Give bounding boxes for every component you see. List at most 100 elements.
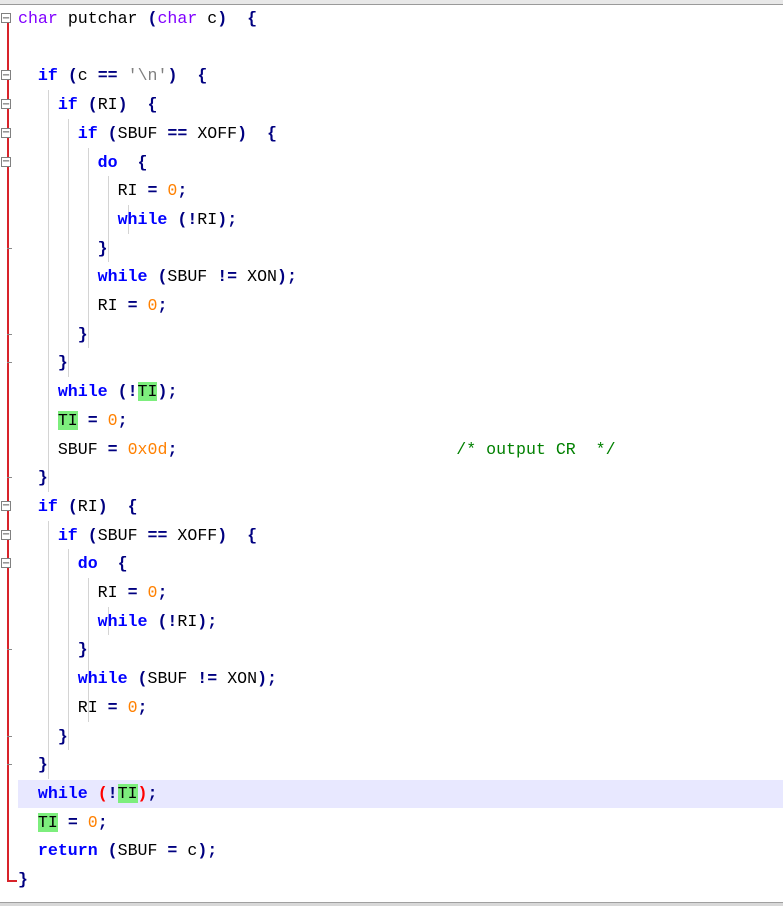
code-line[interactable]: RI = 0; [18, 291, 168, 320]
code-line[interactable]: TI = 0; [18, 406, 128, 435]
token-op: ; [117, 410, 128, 430]
fold-end-marker [7, 477, 12, 479]
token-ident: TI [37, 812, 58, 832]
code-line[interactable]: do { [18, 549, 128, 578]
code-line[interactable]: } [18, 722, 68, 751]
code-line[interactable]: RI = 0; [18, 176, 188, 205]
token-op: } [97, 238, 108, 258]
fold-collapse-icon[interactable]: − [1, 99, 11, 110]
code-line[interactable]: return (SBUF = c); [18, 836, 217, 865]
fold-collapse-icon[interactable]: − [1, 558, 11, 569]
fold-collapse-icon[interactable]: − [1, 127, 11, 138]
code-line[interactable]: do { [18, 148, 148, 177]
code-line[interactable]: if (SBUF == XOFF) { [18, 521, 257, 550]
code-line[interactable]: } [18, 234, 108, 263]
token-op: ) [217, 209, 228, 229]
token-op: ( [157, 267, 168, 287]
code-line[interactable]: while (!TI); [18, 779, 157, 808]
code-line[interactable]: if (RI) { [18, 492, 138, 521]
fold-collapse-icon[interactable]: − [1, 13, 11, 23]
token-op: ) [167, 66, 178, 86]
token-op: ; [167, 439, 178, 459]
code-line[interactable]: if (c == '\n') { [18, 61, 207, 90]
fold-collapse-icon[interactable]: − [1, 70, 11, 81]
token-ident: XON [227, 669, 258, 689]
code-line[interactable]: } [18, 750, 48, 779]
token-op: == [147, 525, 168, 545]
code-line[interactable]: } [18, 320, 88, 349]
code-line[interactable]: while (!RI); [18, 607, 218, 636]
code-line[interactable]: while (!RI); [18, 205, 238, 234]
token-ident: RI [97, 296, 118, 315]
code-line[interactable]: if (SBUF == XOFF) { [18, 119, 277, 148]
code-line[interactable]: } [18, 635, 88, 664]
token-op: ) [137, 783, 148, 803]
token-op: ; [157, 296, 168, 315]
fold-collapse-icon[interactable]: − [1, 156, 11, 167]
token-op: ; [157, 583, 168, 602]
code-line[interactable]: } [18, 463, 48, 492]
token-ident: RI [117, 181, 138, 201]
token-op: = [127, 583, 138, 602]
token-op: ( [157, 611, 168, 631]
code-line[interactable]: RI = 0; [18, 578, 168, 607]
token-op: { [247, 525, 258, 545]
token-ident: RI [77, 496, 98, 516]
code-line[interactable]: SBUF = 0x0d; /* output CR */ [18, 435, 616, 464]
code-editor[interactable]: − − − − − − − − char putchar (char c) { if (c =… [0, 0, 783, 906]
code-line[interactable]: if (RI) { [18, 90, 158, 119]
token-op: ) [217, 525, 228, 545]
token-op: ; [167, 382, 178, 402]
token-kw: if [37, 496, 58, 516]
fold-collapse-icon[interactable]: − [1, 500, 11, 511]
code-line[interactable]: TI = 0; [18, 808, 108, 837]
code-line[interactable]: while (SBUF != XON); [18, 262, 297, 291]
token-op: ( [117, 382, 128, 402]
token-op: } [77, 640, 88, 660]
token-op: ) [237, 123, 248, 143]
code-line[interactable]: } [18, 865, 28, 894]
token-op: ) [257, 669, 268, 689]
code-line[interactable]: char putchar (char c) { [18, 4, 257, 33]
token-ident: c [77, 66, 88, 86]
code-line[interactable]: while (SBUF != XON); [18, 664, 277, 693]
token-op: = [87, 410, 98, 430]
token-kw: while [117, 209, 168, 229]
token-op: ; [97, 812, 108, 832]
token-num: 0 [107, 410, 118, 430]
token-op: ! [167, 611, 178, 631]
token-ident: TI [137, 382, 158, 402]
token-kw: if [57, 95, 78, 115]
code-line[interactable]: } [18, 348, 68, 377]
code-line[interactable]: while (!TI); [18, 377, 177, 406]
token-ident: XOFF [197, 123, 238, 143]
token-op: ; [286, 267, 297, 287]
token-ident: XON [247, 267, 277, 287]
code-line[interactable]: RI = 0; [18, 693, 148, 722]
fold-collapse-icon[interactable]: − [1, 529, 11, 540]
token-type: char [157, 9, 198, 28]
